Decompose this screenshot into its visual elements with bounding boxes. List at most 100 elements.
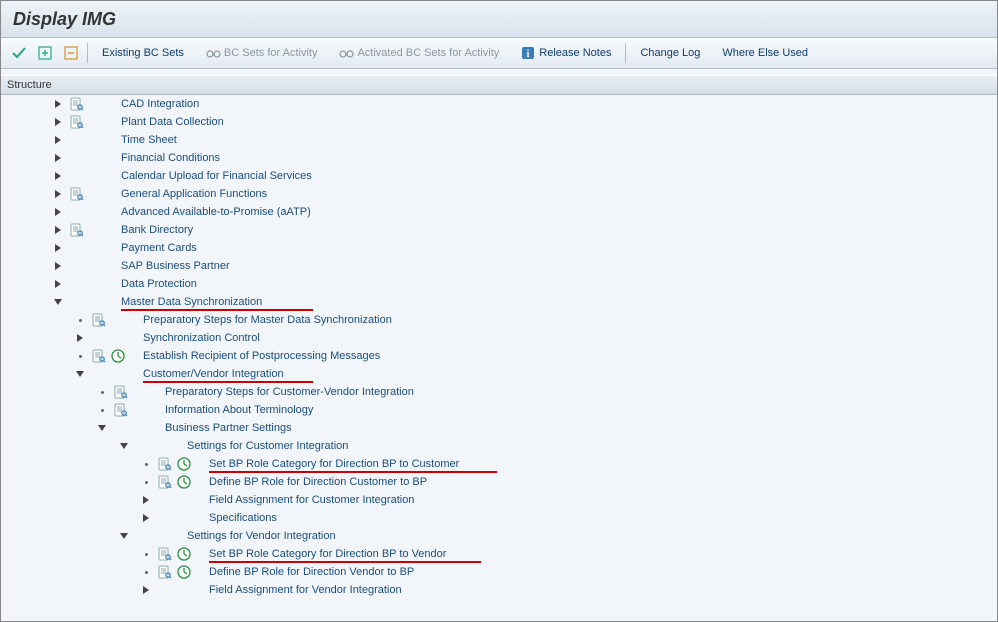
separator <box>625 43 626 63</box>
tree-row[interactable]: Bank Directory <box>1 221 997 239</box>
tree-label: Field Assignment for Vendor Integration <box>209 584 402 596</box>
execute-icon[interactable] <box>109 348 127 364</box>
expand-icon[interactable] <box>75 333 85 343</box>
expand-icon[interactable] <box>53 243 63 253</box>
tree-row[interactable]: Set BP Role Category for Direction BP to… <box>1 455 997 473</box>
tree-row[interactable]: Customer/Vendor Integration <box>1 365 997 383</box>
tree-row[interactable]: Information About Terminology <box>1 401 997 419</box>
release-notes-button[interactable]: i Release Notes <box>513 42 619 64</box>
tree-row[interactable]: SAP Business Partner <box>1 257 997 275</box>
expand-icon[interactable] <box>53 207 63 217</box>
expand-icon[interactable] <box>141 495 151 505</box>
tree-row[interactable]: Plant Data Collection <box>1 113 997 131</box>
tree-row[interactable]: Calendar Upload for Financial Services <box>1 167 997 185</box>
doc-icon[interactable] <box>155 456 173 472</box>
doc-icon[interactable] <box>111 384 129 400</box>
doc-icon[interactable] <box>89 312 107 328</box>
collapse-icon[interactable] <box>75 369 85 379</box>
doc-icon[interactable] <box>67 222 85 238</box>
tree-row[interactable]: Synchronization Control <box>1 329 997 347</box>
change-log-button[interactable]: Change Log <box>632 42 708 64</box>
execute-icon <box>87 258 105 274</box>
tree-row[interactable]: Define BP Role for Direction Vendor to B… <box>1 563 997 581</box>
tree-row[interactable]: General Application Functions <box>1 185 997 203</box>
tree-row[interactable]: Preparatory Steps for Customer-Vendor In… <box>1 383 997 401</box>
expand-icon[interactable] <box>53 261 63 271</box>
doc-icon[interactable] <box>67 96 85 112</box>
tree-label: Preparatory Steps for Master Data Synchr… <box>143 314 392 326</box>
execute-icon <box>87 204 105 220</box>
tree-label: SAP Business Partner <box>121 260 230 272</box>
doc-icon <box>155 582 173 598</box>
tree-row[interactable]: Specifications <box>1 509 997 527</box>
tree-row[interactable]: Settings for Customer Integration <box>1 437 997 455</box>
execute-icon[interactable] <box>175 564 193 580</box>
doc-icon <box>67 150 85 166</box>
activated-bc-sets-label: Activated BC Sets for Activity <box>357 42 499 64</box>
execute-icon <box>175 510 193 526</box>
tree-label: Synchronization Control <box>143 332 260 344</box>
doc-icon[interactable] <box>155 546 173 562</box>
where-else-used-button[interactable]: Where Else Used <box>714 42 816 64</box>
expand-icon[interactable] <box>53 117 63 127</box>
expand-icon[interactable] <box>53 153 63 163</box>
collapse-icon[interactable] <box>119 531 129 541</box>
expand-icon[interactable] <box>53 135 63 145</box>
tree-row[interactable]: Settings for Vendor Integration <box>1 527 997 545</box>
tree-row[interactable]: Financial Conditions <box>1 149 997 167</box>
tree-row[interactable]: Advanced Available-to-Promise (aATP) <box>1 203 997 221</box>
execute-icon[interactable] <box>175 546 193 562</box>
doc-icon[interactable] <box>67 186 85 202</box>
doc-icon[interactable] <box>89 348 107 364</box>
tree-row[interactable]: Business Partner Settings <box>1 419 997 437</box>
expand-icon[interactable] <box>53 279 63 289</box>
tree-row[interactable]: Preparatory Steps for Master Data Synchr… <box>1 311 997 329</box>
tree-label: Advanced Available-to-Promise (aATP) <box>121 206 311 218</box>
doc-icon[interactable] <box>155 564 173 580</box>
tree-row[interactable]: Set BP Role Category for Direction BP to… <box>1 545 997 563</box>
doc-icon <box>67 204 85 220</box>
execute-icon[interactable] <box>175 474 193 490</box>
tree-row[interactable]: Data Protection <box>1 275 997 293</box>
tree-label: Master Data Synchronization <box>121 296 262 308</box>
tree-row[interactable]: Time Sheet <box>1 131 997 149</box>
expand-icon[interactable] <box>53 225 63 235</box>
tree-label[interactable]: Set BP Role Category for Direction BP to… <box>209 548 446 560</box>
tree[interactable]: CAD IntegrationPlant Data CollectionTime… <box>1 95 997 622</box>
tree-label[interactable]: Define BP Role for Direction Vendor to B… <box>209 566 414 578</box>
info-icon: i <box>521 46 535 60</box>
tree-row[interactable]: Define BP Role for Direction Customer to… <box>1 473 997 491</box>
expand-icon[interactable] <box>53 171 63 181</box>
tree-label: Settings for Customer Integration <box>187 440 348 452</box>
expand-subtree-icon[interactable] <box>35 43 55 63</box>
tree-row[interactable]: CAD Integration <box>1 95 997 113</box>
execute-icon[interactable] <box>175 456 193 472</box>
check-icon[interactable] <box>9 43 29 63</box>
collapse-icon[interactable] <box>119 441 129 451</box>
tree-label[interactable]: Define BP Role for Direction Customer to… <box>209 476 427 488</box>
execute-icon <box>109 366 127 382</box>
doc-icon <box>111 420 129 436</box>
tree-row[interactable]: Master Data Synchronization <box>1 293 997 311</box>
doc-icon <box>155 510 173 526</box>
existing-bc-sets-button[interactable]: Existing BC Sets <box>94 42 192 64</box>
collapse-icon[interactable] <box>97 423 107 433</box>
expand-icon[interactable] <box>141 513 151 523</box>
tree-label: Bank Directory <box>121 224 193 236</box>
collapse-subtree-icon[interactable] <box>61 43 81 63</box>
tree-label[interactable]: Establish Recipient of Postprocessing Me… <box>143 350 380 362</box>
tree-label[interactable]: Set BP Role Category for Direction BP to… <box>209 458 459 470</box>
tree-row[interactable]: Field Assignment for Customer Integratio… <box>1 491 997 509</box>
tree-row[interactable]: Establish Recipient of Postprocessing Me… <box>1 347 997 365</box>
tree-row[interactable]: Field Assignment for Vendor Integration <box>1 581 997 599</box>
tree-label: Specifications <box>209 512 277 524</box>
expand-icon[interactable] <box>53 189 63 199</box>
doc-icon[interactable] <box>155 474 173 490</box>
doc-icon[interactable] <box>67 114 85 130</box>
doc-icon[interactable] <box>111 402 129 418</box>
tree-row[interactable]: Payment Cards <box>1 239 997 257</box>
collapse-icon[interactable] <box>53 297 63 307</box>
bc-sets-activity-button: BC Sets for Activity <box>198 42 326 64</box>
expand-icon[interactable] <box>53 99 63 109</box>
expand-icon[interactable] <box>141 585 151 595</box>
